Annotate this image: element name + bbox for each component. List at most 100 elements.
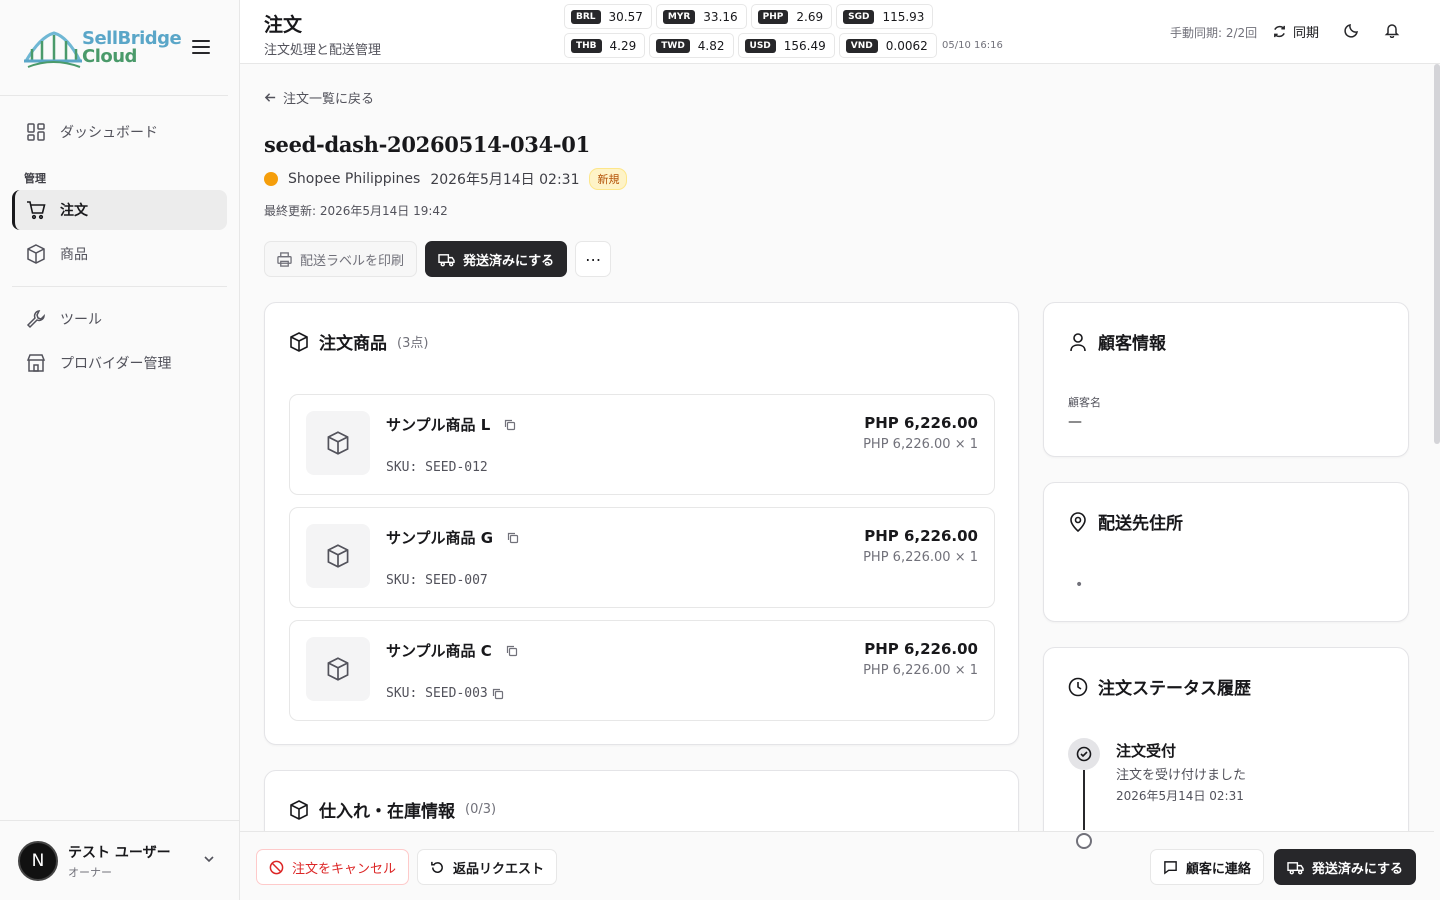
return-request-text: 返品リクエスト: [453, 861, 545, 877]
truck-icon: [1287, 861, 1304, 874]
print-label-button[interactable]: 配送ラベルを印刷: [264, 241, 418, 277]
undo-icon: [431, 861, 443, 873]
rate-currency: THB: [571, 38, 602, 53]
sync-button[interactable]: 同期: [1272, 22, 1319, 41]
package-icon: [26, 244, 46, 264]
arrow-left-icon: [264, 93, 276, 102]
return-request-button[interactable]: 返品リクエスト: [417, 849, 558, 885]
wrench-icon: [26, 309, 46, 329]
product-sku: SKU: SEED-007: [386, 573, 488, 588]
printer-icon: [277, 251, 292, 267]
product-name-text: サンプル商品 G: [386, 529, 494, 547]
rate-currency: BRL: [571, 9, 601, 24]
shipping-address-card: 配送先住所 •: [1043, 482, 1409, 622]
copy-icon[interactable]: [507, 532, 519, 544]
back-link[interactable]: 注文一覧に戻る: [264, 88, 374, 107]
shop-dot-icon: [264, 172, 278, 186]
page-subtitle: 注文処理と配送管理: [264, 43, 382, 58]
mark-shipped-bottom-button[interactable]: 発送済みにする: [1273, 849, 1416, 885]
rate-chip: VND 0.0062: [838, 33, 937, 58]
logo-line1: SellBridge: [82, 27, 182, 49]
product-name: サンプル商品 G: [386, 527, 519, 548]
sidebar-item-label: ダッシュボード: [60, 125, 158, 141]
product-name-text: サンプル商品 L: [386, 416, 491, 434]
chevron-down-icon: [203, 853, 215, 868]
exchange-rates: BRL 30.57 MYR 33.16 PHP 2.69 SGD 115.93 THB 4…: [564, 4, 1004, 58]
rate-value: 0.0062: [885, 38, 928, 53]
card-title-text: 注文ステータス履歴: [1098, 679, 1251, 699]
sidebar-item-orders[interactable]: 注文: [12, 190, 227, 230]
order-meta: Shopee Philippines 2026年5月14日 02:31 新規: [264, 168, 628, 190]
card-title: 配送先住所: [1068, 509, 1183, 534]
order-detail: 注文一覧に戻る seed-dash-20260514-034-01 Shopee…: [240, 64, 1434, 832]
sidebar-item-products[interactable]: 商品: [12, 234, 227, 274]
bridge-logo-icon: [24, 30, 82, 68]
sidebar-item-providers[interactable]: プロバイダー管理: [12, 343, 227, 383]
truck-icon: [438, 253, 455, 266]
sidebar-item-dashboard[interactable]: ダッシュボード: [12, 112, 227, 152]
check-circle-icon: [1068, 738, 1100, 770]
sidebar-item-label: プロバイダー管理: [60, 356, 172, 372]
message-icon: [1164, 860, 1177, 875]
address-value: •: [1075, 577, 1084, 593]
back-label: 注文一覧に戻る: [283, 92, 375, 107]
mark-shipped-bottom-text: 発送済みにする: [1311, 861, 1403, 877]
user-menu[interactable]: N テスト ユーザー オーナー: [0, 820, 239, 900]
map-pin-icon: [1070, 511, 1086, 532]
package-icon: [290, 331, 308, 352]
sync-count: 手動同期: 2/2回: [1170, 26, 1258, 40]
card-title: 注文商品 (3点): [289, 329, 428, 354]
package-icon: [327, 657, 349, 681]
rate-chip: THB 4.29: [564, 33, 646, 58]
card-title-text: 配送先住所: [1098, 514, 1183, 534]
order-id: seed-dash-20260514-034-01: [264, 132, 590, 157]
bell-icon[interactable]: [1384, 22, 1400, 42]
card-title: 注文ステータス履歴: [1068, 674, 1251, 699]
mark-shipped-button[interactable]: 発送済みにする: [425, 241, 568, 277]
product-thumbnail: [306, 637, 370, 701]
contact-customer-button[interactable]: 顧客に連絡: [1149, 849, 1264, 885]
copy-icon[interactable]: [504, 419, 516, 431]
shop-name: Shopee Philippines: [288, 171, 421, 187]
item-count: (3点): [397, 336, 429, 351]
product-name-text: サンプル商品 C: [386, 642, 492, 660]
rate-value: 30.57: [608, 9, 643, 24]
rate-currency: MYR: [662, 9, 696, 24]
sync-label: 同期: [1293, 26, 1320, 41]
rate-chip: USD 156.49: [737, 33, 835, 58]
user-meta: テスト ユーザー オーナー: [68, 842, 171, 880]
dashboard-icon: [26, 122, 46, 142]
line-total: PHP 6,226.00: [864, 640, 978, 658]
more-actions-button[interactable]: …: [575, 241, 612, 277]
card-title: 仕入れ・在庫情報 (0/3): [289, 797, 496, 822]
logo-text: SellBridge Cloud: [82, 27, 182, 66]
timeline-event-desc: 注文を受け付けました: [1116, 768, 1247, 783]
timeline-line: [1083, 770, 1085, 830]
top-header: 注文 注文処理と配送管理 BRL 30.57 MYR 33.16 PHP 2.69 S…: [240, 0, 1440, 64]
line-total: PHP 6,226.00: [864, 414, 978, 432]
timeline-next-dot: [1076, 833, 1092, 849]
sidebar-nav: ダッシュボード 管理 注文 商品 ツール プロバイダー管理: [0, 96, 239, 383]
cancel-order-button[interactable]: 注文をキャンセル: [256, 849, 410, 885]
mark-shipped-text: 発送済みにする: [463, 253, 555, 269]
sidebar: SellBridge Cloud ダッシュボード 管理 注文 商品 ツール プロ…: [0, 0, 240, 900]
timeline-event-time: 2026年5月14日 02:31: [1116, 789, 1244, 803]
package-icon: [327, 431, 349, 455]
copy-icon[interactable]: [506, 645, 518, 657]
product-sku-text: SKU: SEED-003: [386, 686, 488, 701]
cancel-order-text: 注文をキャンセル: [292, 861, 397, 877]
copy-icon[interactable]: [492, 688, 504, 700]
rate-value: 156.49: [783, 38, 826, 53]
order-date: 2026年5月14日 02:31: [430, 172, 580, 188]
moon-icon[interactable]: [1344, 22, 1360, 42]
sidebar-item-tools[interactable]: ツール: [12, 299, 227, 339]
cart-icon: [26, 200, 46, 220]
rate-currency: PHP: [757, 9, 789, 24]
menu-toggle-icon[interactable]: [192, 38, 210, 56]
order-actions: 配送ラベルを印刷 発送済みにする …: [264, 241, 612, 277]
product-sku: SKU: SEED-012: [386, 460, 488, 475]
product-name: サンプル商品 L: [386, 414, 516, 435]
scrollbar[interactable]: [1434, 64, 1440, 444]
product-thumbnail: [306, 524, 370, 588]
unit-price: PHP 6,226.00 × 1: [863, 437, 978, 452]
